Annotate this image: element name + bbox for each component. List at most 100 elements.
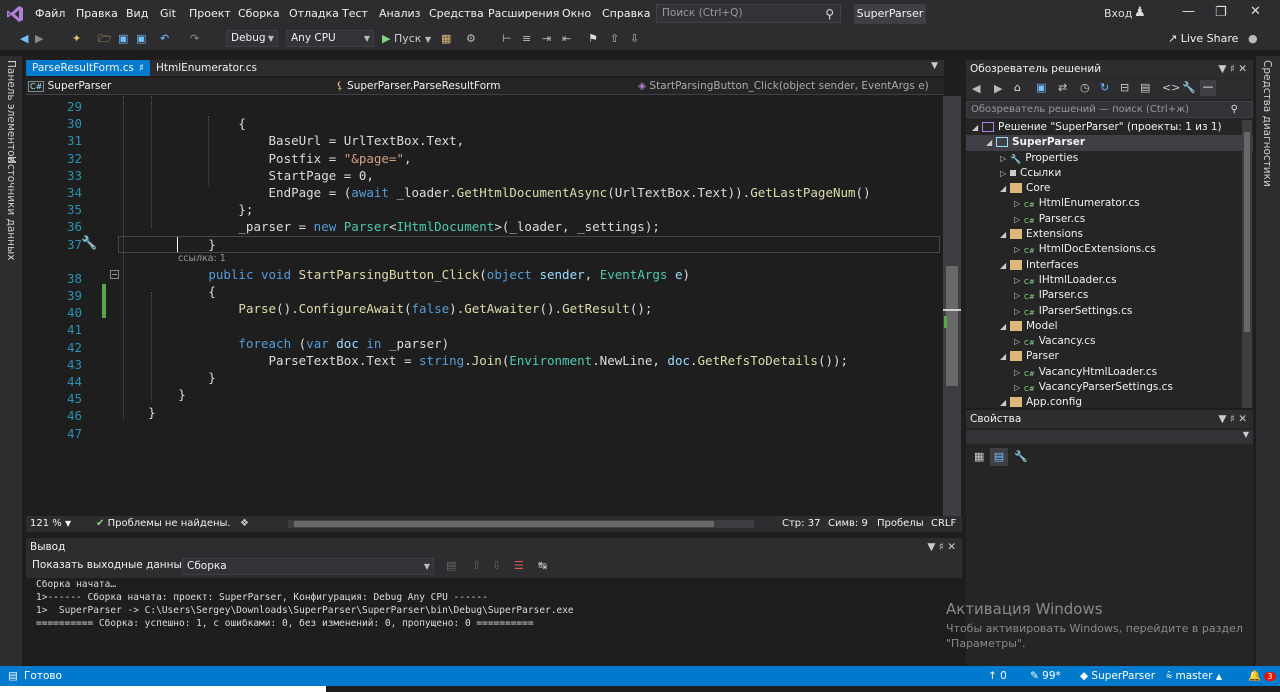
output-source-select[interactable]: Сборка ▼ bbox=[182, 558, 434, 575]
collapse-icon[interactable]: ◢ bbox=[1000, 258, 1010, 273]
toggle-comment-icon[interactable]: ≡ bbox=[522, 30, 531, 47]
diagnostic-tools-tab[interactable]: Средства диагностики bbox=[1261, 60, 1273, 187]
expand-icon[interactable]: ▷ bbox=[1014, 334, 1024, 349]
tree-scrollbar[interactable] bbox=[1242, 120, 1252, 408]
home-icon[interactable]: ⌂ bbox=[1014, 81, 1021, 94]
zoom-select[interactable]: 121 % ▼ bbox=[30, 516, 71, 532]
menu-item-1[interactable]: Правка bbox=[76, 0, 118, 28]
tree-node[interactable]: ◢ Interfaces bbox=[966, 258, 1253, 273]
collapse-icon[interactable]: ◢ bbox=[1000, 395, 1010, 408]
expand-icon[interactable]: ▷ bbox=[1014, 242, 1024, 257]
quick-actions-icon[interactable]: 🔧 bbox=[81, 236, 97, 251]
tree-node[interactable]: ▷ C# IParserSettings.cs bbox=[966, 304, 1253, 319]
hot-reload-icon[interactable]: ⚙ bbox=[466, 30, 476, 47]
member-dropdown[interactable]: ◈ StartParsingButton_Click(object sender… bbox=[638, 79, 938, 94]
collapse-icon[interactable]: ◢ bbox=[1000, 181, 1010, 196]
menu-item-5[interactable]: Сборка bbox=[238, 0, 280, 28]
toolbox-tab[interactable]: Панель элементов bbox=[5, 60, 17, 163]
collapse-icon[interactable]: ◢ bbox=[972, 120, 982, 135]
save-all-icon[interactable]: ▣ bbox=[136, 30, 146, 47]
menu-item-10[interactable]: Расширения bbox=[488, 0, 559, 28]
tree-node[interactable]: ▷ C# VacancyHtmlLoader.cs bbox=[966, 365, 1253, 380]
tree-node[interactable]: ◢ SuperParser bbox=[966, 135, 1253, 151]
tree-node[interactable]: ◢ Решение "SuperParser" (проекты: 1 из 1) bbox=[966, 120, 1253, 135]
tree-node[interactable]: ▷ C# IParser.cs bbox=[966, 288, 1253, 303]
live-share-button[interactable]: ↗ Live Share bbox=[1168, 30, 1238, 47]
collapse-icon[interactable]: ▷ bbox=[1000, 151, 1010, 166]
pending-changes-icon[interactable]: ⇄ bbox=[1058, 81, 1067, 94]
property-pages-icon[interactable]: 🔧 bbox=[1014, 450, 1028, 463]
menu-item-2[interactable]: Вид bbox=[126, 0, 148, 28]
scrollbar-thumb[interactable] bbox=[294, 521, 714, 527]
tree-node[interactable]: ◢ Model bbox=[966, 319, 1253, 334]
tree-node[interactable]: ▷ C# HtmlEnumerator.cs bbox=[966, 196, 1253, 211]
solution-config-select[interactable]: Debug ▼ bbox=[226, 30, 278, 47]
code-editor[interactable]: 29 30 31 32 33 34 35 36 37 38 39 40 41 42 43 44 45 46 47 −… bbox=[26, 96, 943, 516]
close-button[interactable]: ✕ bbox=[1250, 4, 1261, 19]
back-icon[interactable]: ◀ bbox=[20, 30, 28, 47]
tree-node[interactable]: ▷ C# VacancyParserSettings.cs bbox=[966, 380, 1253, 395]
solution-search-input[interactable]: Обозреватель решений — поиск (Ctrl+ж) ⚲ bbox=[966, 101, 1253, 118]
tree-node[interactable]: ◢ Extensions bbox=[966, 227, 1253, 242]
unpushed-commits[interactable]: ↑ 0 bbox=[988, 666, 1007, 686]
account-icon[interactable]: ♟ bbox=[1134, 5, 1146, 20]
editor-horizontal-scrollbar[interactable] bbox=[288, 520, 754, 528]
new-project-icon[interactable]: ✦ bbox=[72, 30, 81, 47]
brush-icon[interactable]: ❖ bbox=[240, 516, 249, 532]
scrollbar-thumb[interactable] bbox=[946, 266, 958, 386]
collapse-icon[interactable]: ◢ bbox=[986, 135, 996, 150]
tree-node[interactable]: ◢ Parser bbox=[966, 349, 1253, 364]
properties-object-select[interactable]: ▼ bbox=[966, 430, 1253, 444]
tree-node[interactable]: ▷ C# Vacancy.cs bbox=[966, 334, 1253, 349]
platform-select[interactable]: Any CPU ▼ bbox=[286, 30, 374, 47]
show-all-files-icon[interactable]: ▤ bbox=[1140, 81, 1150, 94]
class-dropdown[interactable]: ⚸ SuperParser.ParseResultForm bbox=[336, 79, 636, 94]
expand-icon[interactable]: ▷ bbox=[1014, 196, 1024, 211]
tab-htmlenumerator[interactable]: HtmlEnumerator.cs bbox=[150, 60, 263, 76]
line-indicator[interactable]: Стр: 37 bbox=[782, 516, 820, 532]
clear-all-icon[interactable]: ☰ bbox=[514, 559, 524, 572]
go-to-location-icon[interactable]: ▤ bbox=[446, 559, 456, 572]
login-link[interactable]: Вход bbox=[1104, 7, 1132, 20]
pane-options-icon[interactable]: ▼ ♯ ✕ bbox=[1218, 60, 1247, 78]
tab-parseresultform[interactable]: ParseResultForm.cs ♯ bbox=[26, 60, 150, 76]
save-icon[interactable]: ▣ bbox=[118, 30, 128, 47]
editor-vertical-scrollbar[interactable] bbox=[943, 96, 961, 516]
forward-icon[interactable]: ▶ bbox=[35, 30, 43, 47]
start-button[interactable]: ▶ Пуск ▼ bbox=[382, 30, 431, 47]
redo-icon[interactable]: ↷ bbox=[190, 30, 199, 47]
bookmark-prev-icon[interactable]: ⇧ bbox=[610, 30, 619, 47]
tree-node[interactable]: ◢ App.config bbox=[966, 395, 1253, 408]
menu-item-11[interactable]: Окно bbox=[562, 0, 591, 28]
collapse-icon[interactable]: ◢ bbox=[1000, 227, 1010, 242]
collapse-icon[interactable]: ◢ bbox=[1000, 319, 1010, 334]
expand-icon[interactable]: ▷ bbox=[1014, 304, 1024, 319]
alphabetical-icon[interactable]: ▤ bbox=[990, 448, 1008, 466]
column-indicator[interactable]: Симв: 9 bbox=[828, 516, 868, 532]
whitespace-indicator[interactable]: Пробелы bbox=[877, 516, 924, 532]
categorized-icon[interactable]: ▦ bbox=[974, 450, 984, 463]
branch-selector[interactable]: ⩯ master ▲ bbox=[1166, 666, 1222, 686]
switch-views-icon[interactable]: ▣ bbox=[1036, 81, 1046, 94]
undo-icon[interactable]: ↶ bbox=[160, 30, 169, 47]
pane-options-icon[interactable]: ▼ ♯ ✕ bbox=[1218, 410, 1247, 428]
menu-item-4[interactable]: Проект bbox=[189, 0, 231, 28]
tab-dropdown-icon[interactable]: ▼ bbox=[931, 61, 938, 71]
tree-node[interactable]: ▷ C# HtmlDocExtensions.cs bbox=[966, 242, 1253, 257]
repository-selector[interactable]: ◆ SuperParser bbox=[1080, 666, 1155, 686]
back-icon[interactable]: ◀ bbox=[972, 82, 980, 95]
pin-icon[interactable]: ♯ bbox=[139, 60, 144, 76]
expand-icon[interactable]: ▷ bbox=[1014, 365, 1024, 380]
menu-item-3[interactable]: Git bbox=[160, 0, 176, 28]
minimize-button[interactable]: — bbox=[1182, 4, 1195, 19]
code-view-icon[interactable]: <> bbox=[1162, 81, 1180, 94]
menu-item-6[interactable]: Отладка bbox=[289, 0, 339, 28]
expand-icon[interactable]: ▷ bbox=[1014, 273, 1024, 288]
menu-item-9[interactable]: Средства bbox=[429, 0, 484, 28]
bookmark-icon[interactable]: ⚑ bbox=[588, 30, 598, 47]
issues-indicator[interactable]: ✔ Проблемы не найдены. bbox=[96, 516, 231, 532]
indent-icon[interactable]: ⇥ bbox=[542, 30, 551, 47]
next-message-icon[interactable]: ⇩ bbox=[492, 559, 501, 572]
pending-changes[interactable]: ✎ 99* bbox=[1030, 666, 1061, 686]
outdent-icon[interactable]: ⇤ bbox=[562, 30, 571, 47]
